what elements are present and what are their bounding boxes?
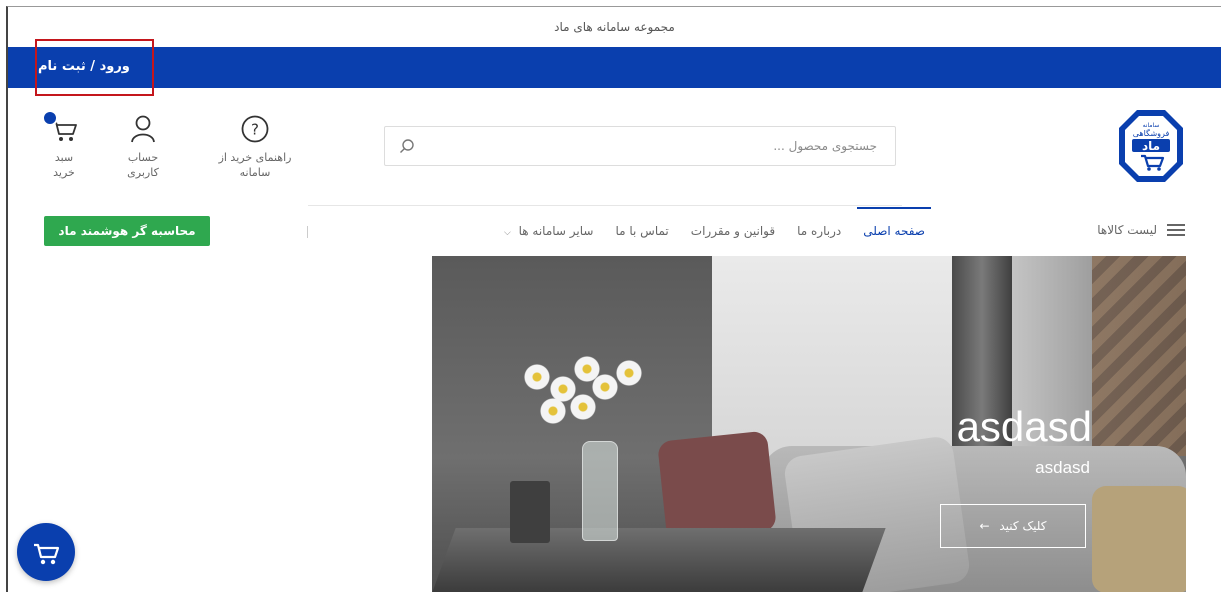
hero-bg-vase (582, 441, 618, 541)
hero-bg-pillow-red (657, 430, 777, 542)
product-catalog-menu[interactable]: لیست کالاها (1097, 223, 1185, 237)
nav-item-rules[interactable]: قوانین و مقررات (691, 224, 775, 238)
account-label-line2: کاربری (127, 166, 159, 179)
nav-separator (307, 226, 308, 238)
hamburger-menu-icon (1167, 224, 1185, 236)
hero-bg-pillow-yellow (1092, 486, 1186, 592)
top-announcement-bar: مجموعه سامانه های ماد (8, 7, 1221, 47)
cart-icon (34, 543, 60, 565)
search-icon[interactable] (399, 138, 415, 154)
product-search (384, 126, 896, 166)
site-header: سامانه فروشگاهی ماد ? راهنمای خرید از (8, 88, 1221, 206)
user-icon (131, 115, 155, 143)
floating-cart-button[interactable] (17, 523, 75, 581)
catalog-label: لیست کالاها (1097, 223, 1157, 237)
hero-bg-table (432, 528, 886, 592)
logo-text-big: ماد (1142, 139, 1160, 153)
arrow-left-icon: ← (979, 519, 990, 533)
nav-item-other-systems[interactable]: سایر سامانه ها ⌵ (504, 224, 594, 238)
main-navigation: محاسبه گر هوشمند ماد صفحه اصلی درباره ما… (8, 206, 1221, 256)
flower-image (540, 398, 566, 424)
top-bar-title: مجموعه سامانه های ماد (554, 20, 675, 34)
account-label-line1: حساب (127, 151, 159, 164)
flower-image (592, 374, 618, 400)
guide-label-line1: راهنمای خرید از (218, 151, 292, 164)
shopping-guide-link[interactable]: ? راهنمای خرید از سامانه (218, 114, 292, 180)
hero-title: asdasd (956, 403, 1092, 450)
nav-item-contact[interactable]: تماس با ما (615, 224, 668, 238)
hero-cta-label: کلیک کنید (999, 519, 1047, 533)
nav-item-about[interactable]: درباره ما (797, 224, 841, 238)
cart-label-line2: خرید (53, 166, 75, 179)
smart-calculator-button[interactable]: محاسبه گر هوشمند ماد (44, 216, 210, 246)
site-logo[interactable]: سامانه فروشگاهی ماد (1115, 106, 1187, 186)
browser-page: مجموعه سامانه های ماد ورود / ثبت نام سام… (6, 6, 1221, 592)
hero-subtitle: asdasd (1035, 458, 1090, 477)
flower-image (616, 360, 642, 386)
logo-badge-icon: سامانه فروشگاهی ماد (1119, 110, 1183, 182)
account-bar: ورود / ثبت نام (8, 47, 1221, 88)
hero-bg-wood (1092, 256, 1186, 456)
flower-image (570, 394, 596, 420)
cart-label-line1: سبد (54, 151, 74, 164)
question-circle-icon: ? (241, 115, 269, 143)
hero-slider: asdasd asdasd کلیک کنید ← (432, 256, 1186, 592)
login-register-link[interactable]: ورود / ثبت نام (38, 55, 130, 79)
user-account-link[interactable]: حساب کاربری (114, 114, 172, 180)
hero-bg-cup (510, 481, 550, 543)
cart-count-badge (42, 110, 58, 126)
search-input[interactable] (415, 127, 895, 165)
nav-item-home[interactable]: صفحه اصلی (857, 207, 931, 238)
nav-item-other-systems-label: سایر سامانه ها (518, 224, 594, 238)
hero-cta-button[interactable]: کلیک کنید ← (940, 504, 1086, 548)
svg-text:?: ? (251, 121, 259, 139)
logo-text-top: سامانه (1143, 122, 1160, 129)
chevron-down-icon: ⌵ (503, 228, 511, 238)
logo-text-mid: فروشگاهی (1133, 128, 1170, 138)
guide-label-line2: سامانه (239, 166, 271, 179)
nav-menu: صفحه اصلی درباره ما قوانین و مقررات تماس… (504, 206, 931, 256)
flower-image (524, 364, 550, 390)
shopping-cart-link[interactable]: سبد خرید (38, 110, 90, 180)
